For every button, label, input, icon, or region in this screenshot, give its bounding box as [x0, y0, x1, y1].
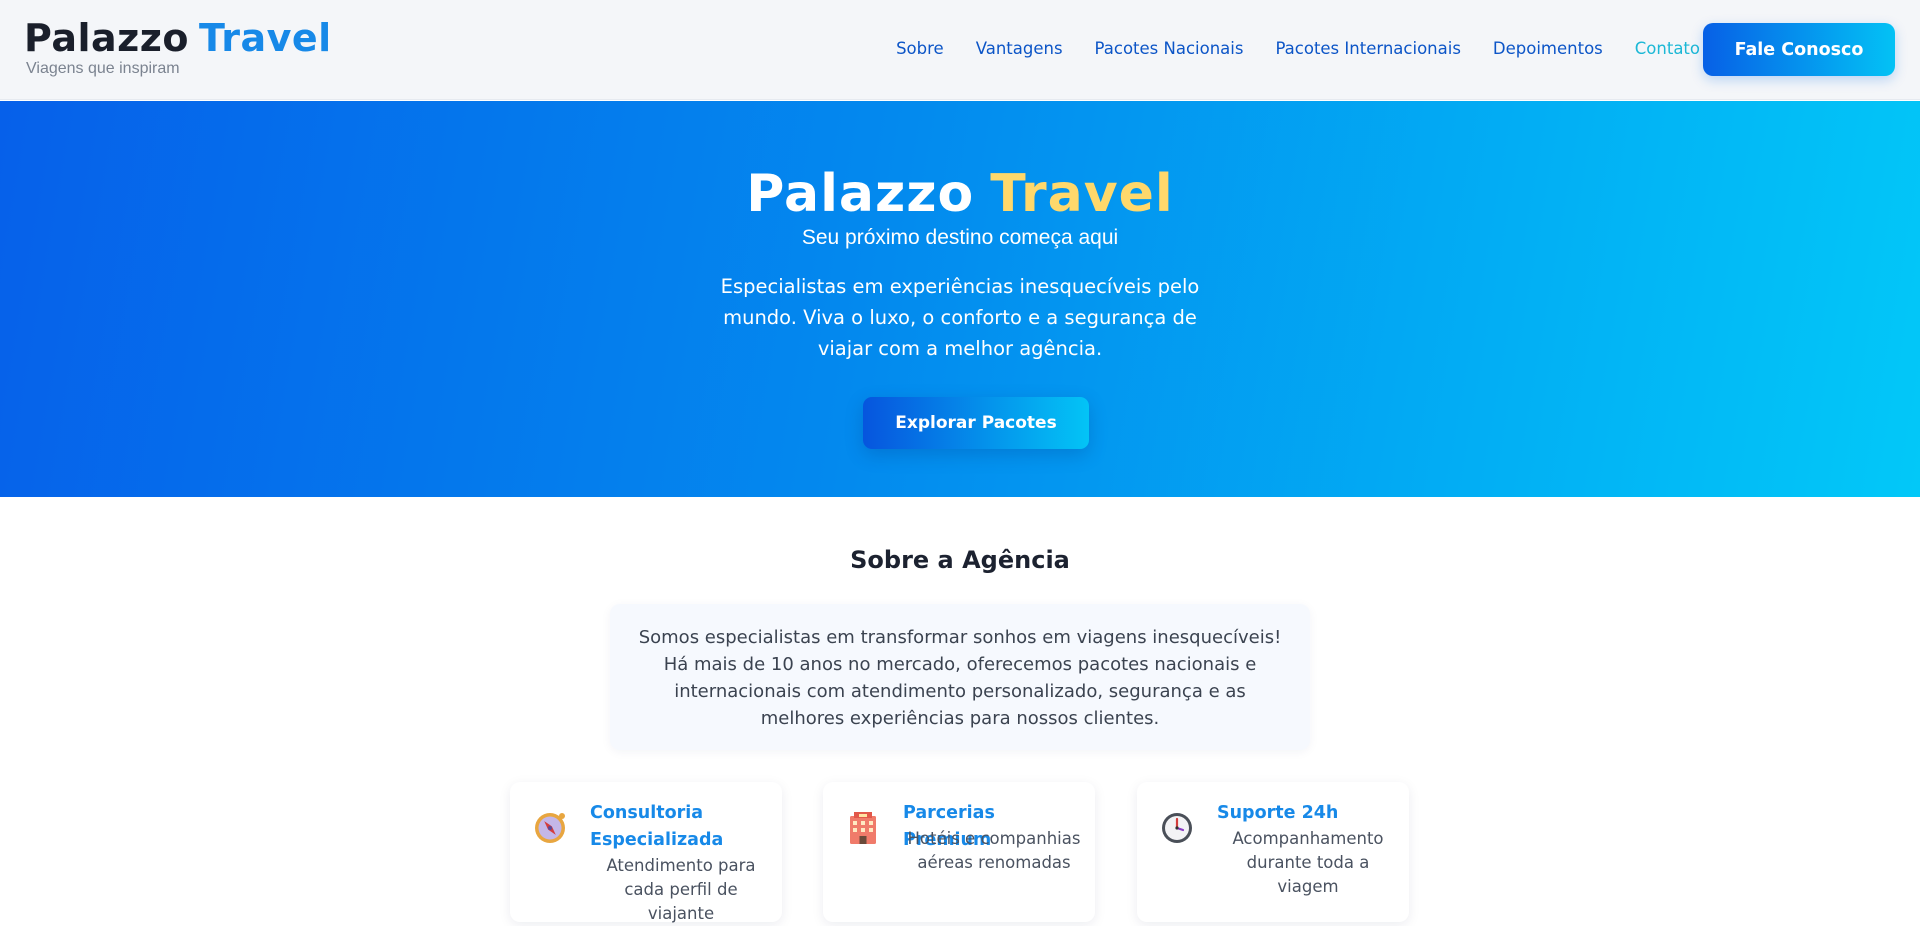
hero-title-travel: Travel — [990, 164, 1174, 224]
hero-subtitle: Seu próximo destino começa aqui — [801, 226, 1119, 249]
feature-description: Atendimento para cada perfil de viajante — [606, 856, 756, 923]
feature-card-parcerias: Parcerias Premium Hotéis e companhias aé… — [823, 782, 1095, 922]
clock-icon — [1159, 810, 1195, 846]
brand-word-palazzo: Palazzo — [24, 16, 189, 60]
hero-title: Palazzo Travel — [0, 163, 1920, 225]
compass-icon — [532, 810, 568, 846]
brand-word-travel: Travel — [198, 16, 332, 60]
nav-link-depoimentos[interactable]: Depoimentos — [1493, 38, 1603, 60]
hero-section: Palazzo Travel Seu próximo destino começa… — [0, 101, 1920, 497]
hero-title-palazzo: Palazzo — [746, 164, 975, 224]
hotel-icon — [845, 810, 881, 846]
nav-link-contato[interactable]: Contato — [1635, 38, 1700, 60]
nav-link-pacotes-internacionais[interactable]: Pacotes Internacionais — [1275, 38, 1460, 60]
nav-link-vantagens[interactable]: Vantagens — [976, 38, 1063, 60]
feature-description: Acompanhamento durante toda a viagem — [1232, 829, 1384, 896]
feature-card-suporte: Suporte 24h Acompanhamento durante toda … — [1137, 782, 1409, 922]
feature-title: Suporte 24h — [1217, 803, 1339, 823]
feature-card-consultoria: Consultoria Especializada Atendimento pa… — [510, 782, 782, 923]
main-nav: Sobre Vantagens Pacotes Nacionais Pacote… — [864, 38, 1700, 60]
feature-description: Hotéis e companhias aéreas renomadas — [907, 829, 1081, 872]
about-text-card: Somos especialistas em transformar sonho… — [610, 604, 1310, 750]
brand-title: Palazzo Travel — [24, 14, 332, 62]
fale-conosco-button[interactable]: Fale Conosco — [1703, 23, 1895, 76]
site-header: Palazzo Travel Viagens que inspiram Sobre… — [0, 0, 1920, 100]
nav-link-sobre[interactable]: Sobre — [896, 38, 944, 60]
feature-title: Consultoria Especializada — [590, 803, 724, 850]
nav-link-pacotes-nacionais[interactable]: Pacotes Nacionais — [1095, 38, 1244, 60]
explorar-pacotes-button[interactable]: Explorar Pacotes — [863, 397, 1089, 449]
hero-description: Especialistas em experiências inesquecív… — [720, 275, 1200, 360]
brand-logo[interactable]: Palazzo Travel Viagens que inspiram — [24, 14, 332, 78]
about-section-title: Sobre a Agência — [850, 546, 1070, 574]
brand-tagline: Viagens que inspiram — [26, 60, 180, 77]
